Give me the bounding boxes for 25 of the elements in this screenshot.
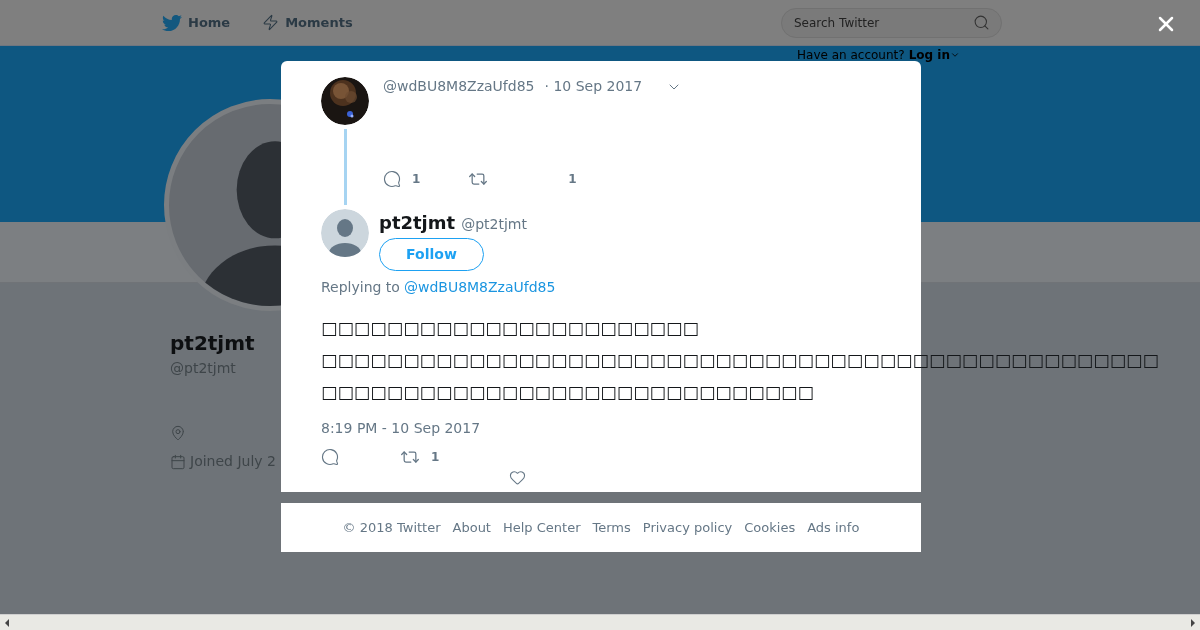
footer-link[interactable]: Cookies xyxy=(744,517,796,538)
tweet-date: · 10 Sep 2017 xyxy=(544,77,643,96)
author-name: pt2tjmt xyxy=(379,211,456,235)
tweet-text-line: □□□□□□□□□□□□□□□□□□□□□□□ xyxy=(321,317,699,340)
tweet-handle: @wdBU8M8ZzaUfd85 xyxy=(383,77,535,96)
footer-link[interactable]: Terms xyxy=(592,517,631,538)
replying-label: Replying to xyxy=(321,278,400,297)
footer-link[interactable]: About xyxy=(452,517,491,538)
footer-link[interactable]: Ads info xyxy=(807,517,860,538)
footer-link[interactable]: Privacy policy xyxy=(642,517,733,538)
author-handle: @pt2tjmt xyxy=(461,215,527,234)
profile-name: pt2tjmt xyxy=(170,330,256,357)
like-count: 1 xyxy=(568,171,577,188)
nav-link[interactable]: Home xyxy=(162,12,231,33)
tweet-timestamp: 8:19 PM - 10 Sep 2017 xyxy=(321,419,482,438)
retweet-count: 1 xyxy=(431,449,440,466)
login-prompt: Have an account? xyxy=(797,47,905,64)
footer-link[interactable]: Help Center xyxy=(502,517,581,538)
search-field[interactable]: Search Twitter xyxy=(781,7,1002,38)
login-link[interactable]: Log in xyxy=(908,46,960,64)
tweet-text-line: □□□□□□□□□□□□□□□□□□□□□□□□□□□□□□ xyxy=(321,381,814,404)
reply-count: 1 xyxy=(412,171,421,188)
mention-link[interactable]: @wdBU8M8ZzaUfd85 xyxy=(403,277,556,298)
nav-link[interactable]: Moments xyxy=(262,12,353,33)
footer-link[interactable]: © 2018 Twitter xyxy=(342,517,441,538)
